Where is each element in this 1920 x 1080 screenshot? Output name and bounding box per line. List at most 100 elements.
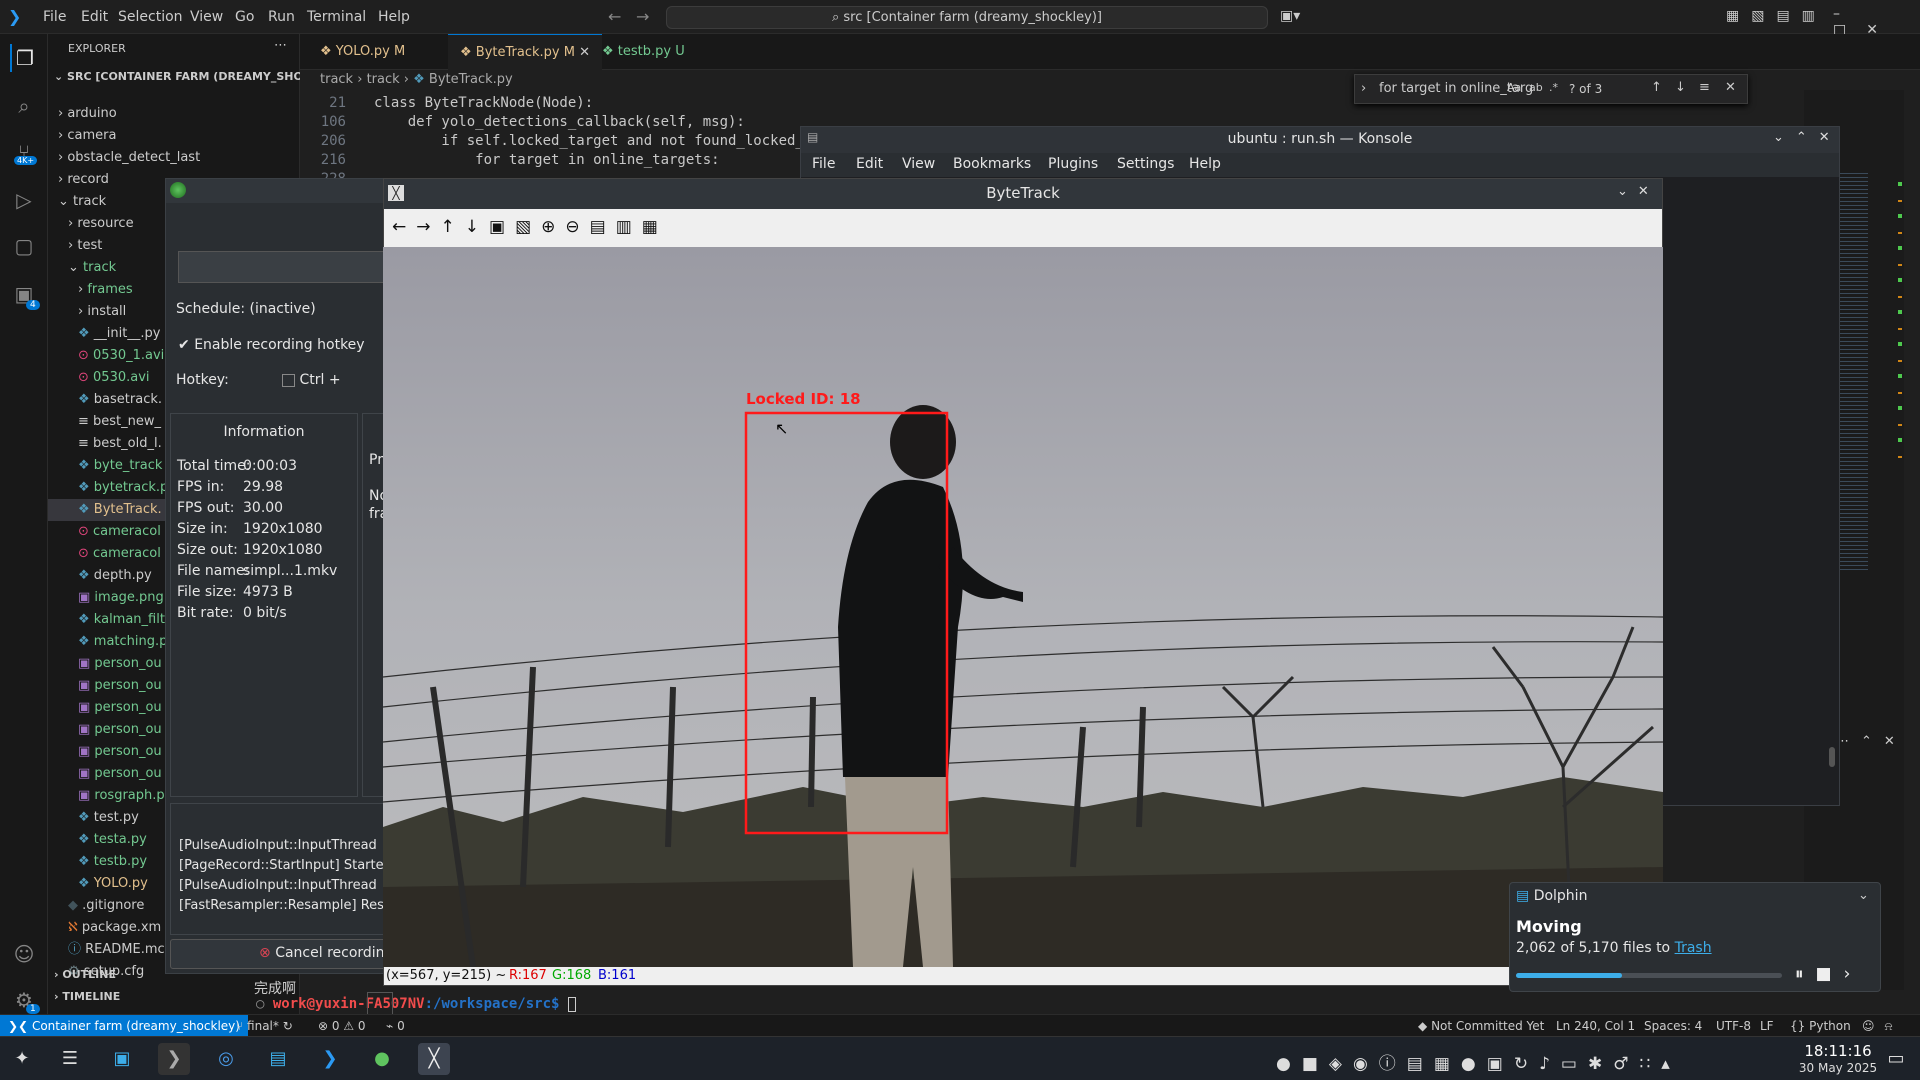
toolbar-icons[interactable]: ←→↑↓▣▧⊕⊖▤▥▦ [392, 217, 668, 237]
show-desktop-icon[interactable]: ▭ [1880, 1043, 1912, 1075]
pan-up-icon[interactable]: ↑ [441, 217, 465, 237]
konsole-menu-help[interactable]: Help [1189, 156, 1221, 172]
zoom-fit-icon[interactable]: ▧ [515, 217, 541, 237]
dolphin-taskbar-icon[interactable]: ▤ [262, 1043, 294, 1075]
pan-left-icon[interactable]: ← [392, 217, 416, 237]
explorer-root[interactable]: ⌄ SRC [CONTAINER FARM (DREAMY_SHOCK... [54, 70, 332, 83]
remote-explorer-icon[interactable]: ▢ [10, 232, 38, 260]
konsole-scrollbar[interactable] [1829, 747, 1835, 767]
menu-file[interactable]: File [43, 0, 66, 34]
menu-help[interactable]: Help [378, 0, 410, 34]
indentation[interactable]: Spaces: 4 [1644, 1015, 1702, 1037]
code-line[interactable]: if self.locked_target and not found_lock… [374, 132, 803, 151]
recorder-taskbar-icon[interactable]: ● [366, 1043, 398, 1075]
eol[interactable]: LF [1760, 1015, 1774, 1037]
konsole-titlebar[interactable]: ▤ ubuntu : run.sh — Konsole ⌄⌃✕ [801, 127, 1839, 153]
more-actions-icon[interactable]: ⋯ [274, 38, 287, 53]
search-icon[interactable]: ⌕ [10, 92, 38, 120]
system-tray[interactable]: ●■◈◉ⓘ▤▦●▣↻♪▭✱♂∷▴ [1276, 1049, 1681, 1074]
trash-link[interactable]: Trash [1675, 940, 1712, 956]
ctrl-checkbox[interactable]: Ctrl + [282, 372, 341, 388]
explorer-icon[interactable]: ❐ [10, 44, 38, 72]
problems-indicator[interactable]: ⊗ 0 ⚠ 0 [318, 1015, 366, 1037]
copilot-icon[interactable]: ▣▾ [1280, 8, 1300, 24]
konsole-menu-settings[interactable]: Settings [1117, 156, 1174, 172]
back-arrow-icon[interactable]: ← [608, 7, 621, 26]
vscode-taskbar-icon[interactable]: ❯ [314, 1043, 346, 1075]
menu-view[interactable]: View [190, 0, 223, 34]
run-debug-icon[interactable]: ▷ [10, 186, 38, 214]
breadcrumb-item[interactable]: track [367, 72, 400, 87]
log-panel[interactable]: [PulseAudioInput::InputThread [PageRecor… [170, 803, 396, 935]
konsole-window-controls[interactable]: ⌄⌃✕ [1773, 130, 1842, 145]
store-icon[interactable]: ▣ [106, 1043, 138, 1075]
bytetrack-window-controls[interactable]: ⌄✕ [1617, 184, 1659, 199]
status-icons[interactable]: ☺⍾ [1862, 1015, 1902, 1037]
properties-icon[interactable]: ▥ [616, 217, 642, 237]
menu-selection[interactable]: Selection [118, 0, 183, 34]
breadcrumb-item[interactable]: track [320, 72, 353, 87]
task-manager-icon[interactable]: ☰ [54, 1043, 86, 1075]
panel-controls[interactable]: ⋯⌃✕ [1836, 734, 1907, 749]
zoom-out-icon[interactable]: ⊖ [565, 217, 589, 237]
chevron-down-icon[interactable]: ⌄ [1858, 888, 1869, 903]
language-mode[interactable]: {} Python [1790, 1015, 1851, 1037]
code-line[interactable]: for target in online_targets: [374, 151, 719, 170]
forward-arrow-icon[interactable]: → [636, 7, 649, 26]
konsole-menu-file[interactable]: File [812, 156, 835, 172]
chevron-right-icon[interactable]: › [1361, 81, 1366, 96]
explorer-item[interactable]: › camera [48, 125, 300, 147]
close-icon[interactable]: ✕ [579, 45, 590, 60]
pan-down-icon[interactable]: ↓ [465, 217, 489, 237]
arrow-up-icon[interactable]: ↑ [1651, 80, 1662, 95]
recorder-titlebar[interactable] [166, 179, 396, 203]
tab-testb[interactable]: ❖ testb.py U [590, 34, 697, 70]
zoom-original-icon[interactable]: ▣ [489, 217, 515, 237]
enable-hotkey-checkbox[interactable]: ✔ Enable recording hotkey [178, 337, 365, 353]
cursor-position[interactable]: Ln 240, Col 1 [1556, 1015, 1635, 1037]
encoding[interactable]: UTF-8 [1716, 1015, 1751, 1037]
pan-right-icon[interactable]: → [416, 217, 440, 237]
clock-time[interactable]: 18:11:16 [1788, 1042, 1888, 1060]
konsole-menu-plugins[interactable]: Plugins [1048, 156, 1098, 172]
regex-icon[interactable]: .* [1549, 81, 1558, 94]
recorder-input-field[interactable] [178, 251, 396, 283]
bytetrack-titlebar[interactable]: ╳ ByteTrack ⌄✕ [384, 179, 1662, 209]
code-line[interactable]: def yolo_detections_callback(self, msg): [374, 113, 745, 132]
menu-go[interactable]: Go [235, 0, 254, 34]
tab-yolo[interactable]: ❖ YOLO.py M [308, 34, 417, 70]
menu-run[interactable]: Run [268, 0, 295, 34]
konsole-menu-view[interactable]: View [902, 156, 935, 172]
konsole-menu-bookmarks[interactable]: Bookmarks [953, 156, 1031, 172]
menu-terminal[interactable]: Terminal [307, 0, 366, 34]
cancel-recording-button[interactable]: ⊗ Cancel recording [170, 939, 396, 969]
chevron-right-icon[interactable]: › [1844, 964, 1863, 984]
breadcrumb-item[interactable]: ByteTrack.py [429, 72, 513, 87]
match-case-icon[interactable]: Aa [1507, 81, 1521, 94]
notification-controls[interactable]: ⏸■› [1795, 964, 1862, 984]
branch-indicator[interactable]: ⑂ final* ↻ [236, 1015, 293, 1037]
zoom-in-icon[interactable]: ⊕ [541, 217, 565, 237]
layout-icons[interactable]: ▦▧▤▥ [1726, 8, 1827, 24]
save-icon[interactable]: ▤ [590, 217, 616, 237]
camera-frame[interactable]: Locked ID: 18 ↖ [383, 247, 1663, 967]
bell-icon[interactable]: ⍾ [1885, 1019, 1903, 1033]
stop-icon[interactable]: ■ [1816, 964, 1844, 984]
code-line[interactable]: class ByteTrackNode(Node): [374, 94, 593, 113]
close-icon[interactable]: ✕ [1725, 80, 1736, 95]
dolphin-notification[interactable]: ▤ Dolphin ⌄ Moving 2,062 of 5,170 files … [1509, 882, 1881, 992]
outline-section[interactable]: › OUTLINE [54, 968, 116, 981]
arrow-down-icon[interactable]: ↓ [1675, 80, 1686, 95]
timeline-section[interactable]: › TIMELINE [54, 990, 120, 1003]
copilot-icon[interactable]: ☺ [1862, 1019, 1885, 1033]
git-blame[interactable]: ◆ Not Committed Yet [1418, 1015, 1544, 1037]
command-center[interactable]: ⌕ src [Container farm (dreamy_shockley)] [666, 6, 1268, 29]
clock-date[interactable]: 30 May 2025 [1788, 1061, 1888, 1075]
konsole-taskbar-icon[interactable]: ❯ [158, 1043, 190, 1075]
find-in-selection-icon[interactable]: ≡ [1699, 80, 1710, 95]
menu-edit[interactable]: Edit [81, 0, 108, 34]
ports-indicator[interactable]: ⌁ 0 [386, 1015, 405, 1037]
pause-icon[interactable]: ⏸ [1795, 964, 1816, 984]
browser-icon[interactable]: ◎ [210, 1043, 242, 1075]
app-launcher-icon[interactable]: ✦ [6, 1043, 38, 1075]
